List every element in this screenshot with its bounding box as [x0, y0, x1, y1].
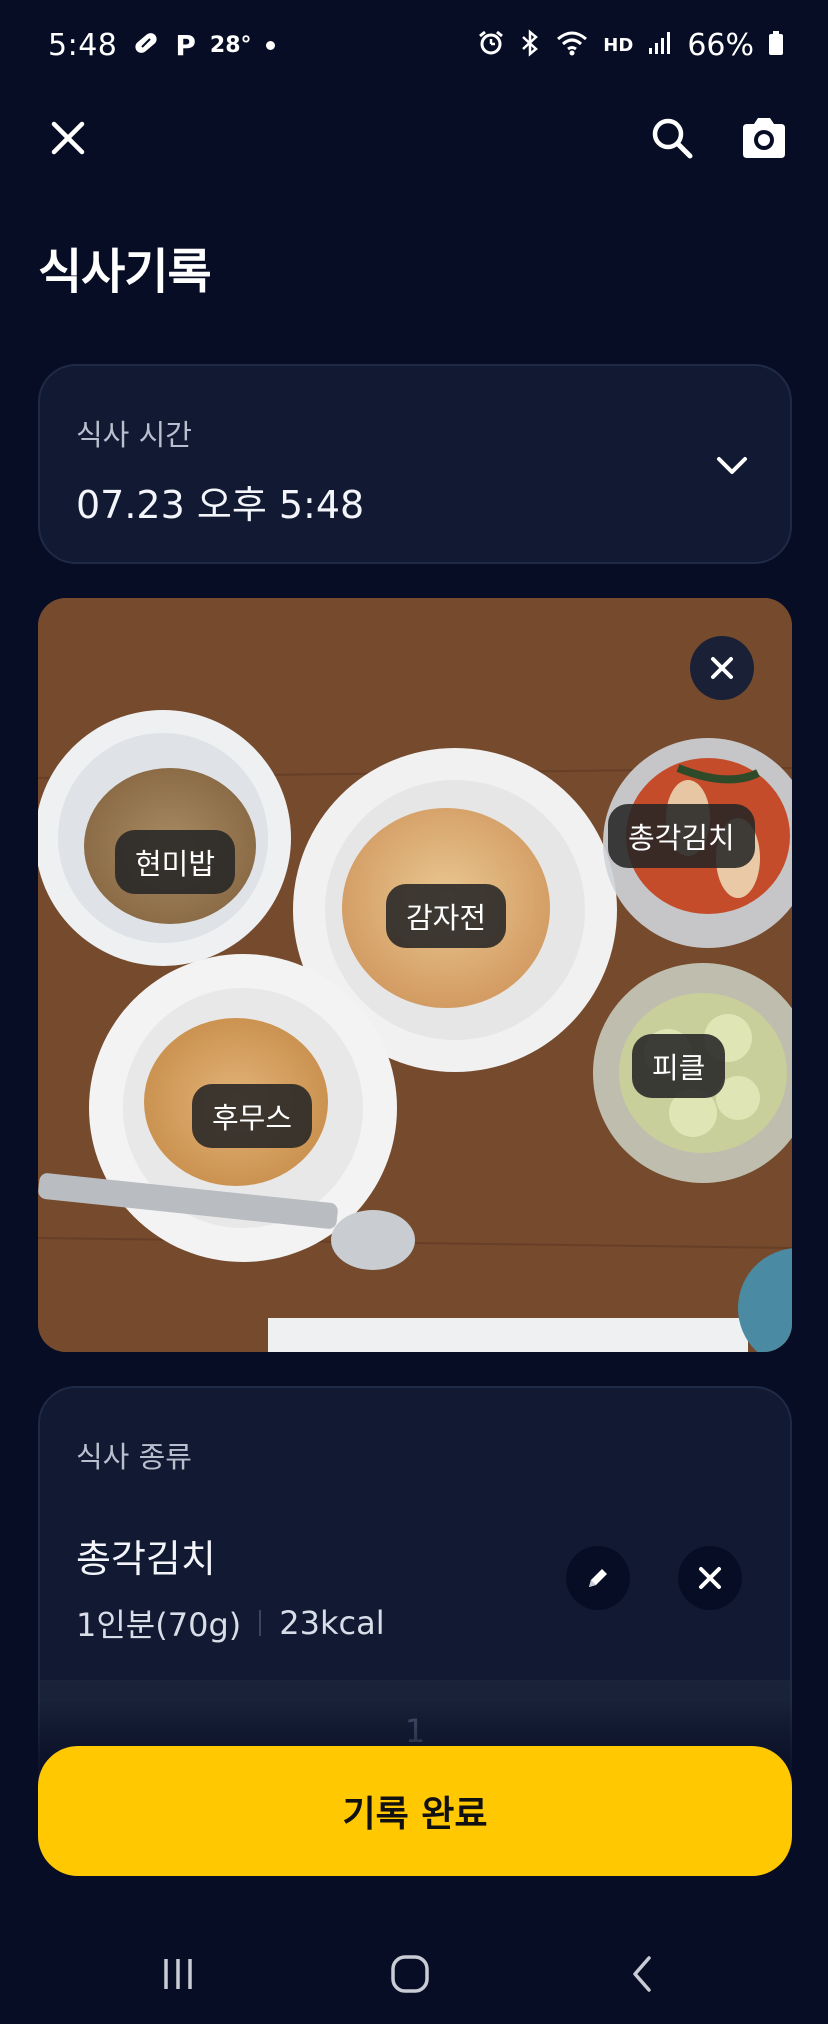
status-left: 5:48 P 28° [48, 28, 275, 63]
page-title: 식사기록 [38, 244, 212, 300]
notification-dot [265, 40, 275, 50]
remove-photo-button[interactable] [690, 636, 754, 700]
food-item-serving: 1인분(70g) [76, 1606, 242, 1644]
remove-food-button[interactable] [678, 1546, 742, 1610]
recent-apps-icon[interactable] [138, 1946, 218, 2002]
food-tag-brown-rice[interactable]: 현미밥 [115, 830, 236, 894]
alarm-icon [477, 29, 505, 61]
meal-time-value: 07.23 오후 5:48 [76, 483, 365, 527]
meta-divider [259, 1610, 262, 1636]
status-time: 5:48 [48, 27, 118, 63]
battery-icon [768, 30, 784, 60]
meal-time-label: 식사 시간 [76, 418, 192, 452]
edit-food-button[interactable] [566, 1546, 630, 1610]
close-icon [711, 657, 733, 679]
status-right: HD 66% [477, 28, 784, 63]
search-icon[interactable] [640, 100, 704, 176]
status-bar: 5:48 P 28° HD 66% [0, 0, 828, 90]
food-tag-radish-kimchi[interactable]: 총각김치 [608, 804, 755, 868]
food-item-name: 총각김치 [76, 1537, 216, 1581]
meal-type-label: 식사 종류 [76, 1440, 192, 1474]
hd-voice-label: HD [603, 34, 634, 56]
signal-icon [647, 30, 673, 60]
complete-record-button[interactable]: 기록 완료 [38, 1746, 792, 1876]
app-bar [0, 100, 828, 176]
food-tag-pickle[interactable]: 피클 [632, 1034, 726, 1098]
parking-label: P [175, 28, 196, 62]
system-nav-bar [0, 1920, 828, 2024]
pencil-icon [589, 1569, 607, 1587]
close-icon [699, 1567, 721, 1589]
bluetooth-icon [519, 29, 541, 61]
food-tag-hummus[interactable]: 후무스 [192, 1084, 313, 1148]
camera-icon[interactable] [732, 100, 796, 176]
wifi-icon [555, 29, 589, 61]
home-icon[interactable] [370, 1946, 450, 2002]
food-item-meta: 1인분(70g) 23kcal [76, 1600, 385, 1646]
back-icon[interactable] [602, 1946, 682, 2002]
close-icon[interactable] [40, 100, 96, 176]
pill-icon [131, 28, 161, 62]
meal-photo-scene [38, 598, 792, 1352]
food-tag-potato-pancake[interactable]: 감자전 [386, 884, 507, 948]
temperature: 28° [209, 32, 252, 58]
food-item-calories: 23kcal [279, 1604, 385, 1642]
meal-photo: 현미밥 감자전 총각김치 후무스 피클 [38, 598, 792, 1352]
chevron-down-icon[interactable] [710, 444, 754, 488]
battery-percentage: 66% [687, 27, 754, 63]
meal-time-selector[interactable]: 식사 시간 07.23 오후 5:48 [38, 364, 792, 564]
